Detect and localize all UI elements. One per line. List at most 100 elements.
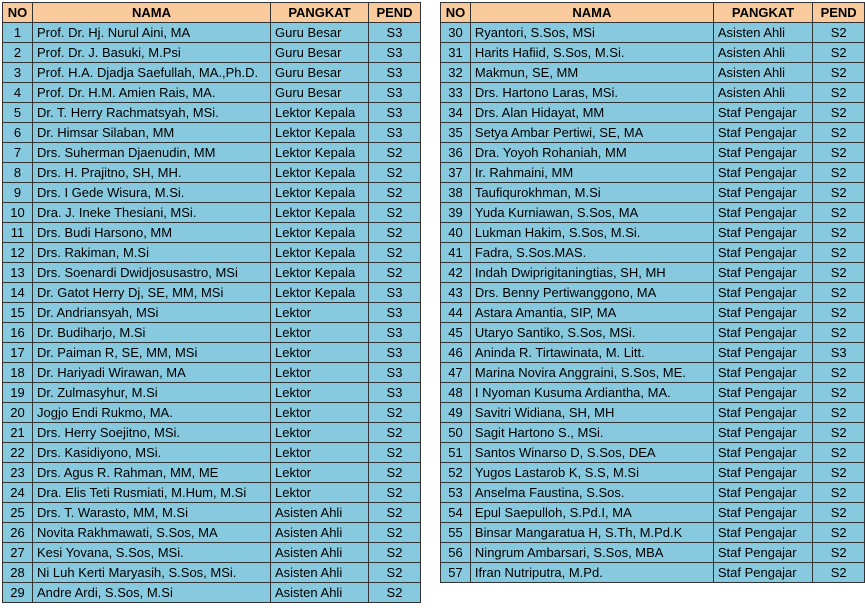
cell-pangkat: Staf Pengajar — [712, 102, 814, 123]
cell-pangkat: Staf Pengajar — [712, 462, 814, 483]
cell-pangkat: Staf Pengajar — [712, 322, 814, 343]
cell-pend: S2 — [812, 402, 865, 423]
cell-pend: S3 — [368, 82, 421, 103]
cell-no: 2 — [2, 42, 33, 63]
cell-nama: Anselma Faustina, S.Sos. — [469, 482, 714, 503]
cell-pangkat: Staf Pengajar — [712, 522, 814, 543]
cell-nama: Drs. I Gede Wisura, M.Si. — [32, 182, 271, 203]
cell-pangkat: Lektor Kepala — [270, 122, 369, 143]
cell-nama: Drs. Soenardi Dwidjosusastro, MSi — [32, 262, 271, 283]
cell-no: 54 — [440, 502, 471, 523]
cell-pangkat: Lektor — [270, 462, 369, 483]
cell-nama: Dr. Zulmasyhur, M.Si — [32, 382, 271, 403]
cell-pangkat: Guru Besar — [270, 62, 369, 83]
cell-no: 34 — [440, 102, 471, 123]
cell-pangkat: Guru Besar — [270, 22, 369, 43]
table-row: 57 Ifran Nutriputra, M.Pd. Staf Pengajar S2 — [440, 562, 865, 583]
cell-no: 46 — [440, 342, 471, 363]
cell-pangkat: Lektor — [270, 362, 369, 383]
cell-nama: Harits Hafiid, S.Sos, M.Si. — [469, 42, 714, 63]
cell-pangkat: Staf Pengajar — [712, 442, 814, 463]
table-row: 18 Dr. Hariyadi Wirawan, MA Lektor S3 — [2, 362, 421, 383]
table-row: 46 Aninda R. Tirtawinata, M. Litt. Staf Pe… — [440, 342, 865, 363]
table-row: 17 Dr. Paiman R, SE, MM, MSi Lektor S3 — [2, 342, 421, 363]
cell-pangkat: Staf Pengajar — [712, 362, 814, 383]
cell-nama: Novita Rakhmawati, S.Sos, MA — [32, 522, 271, 543]
table-row: 12 Drs. Rakiman, M.Si Lektor Kepala S2 — [2, 242, 421, 263]
table-row: 21 Drs. Herry Soejitno, MSi. Lektor S2 — [2, 422, 421, 443]
cell-no: 37 — [440, 162, 471, 183]
table-row: 24 Dra. Elis Teti Rusmiati, M.Hum, M.Si Le… — [2, 482, 421, 503]
table-row: 36 Dra. Yoyoh Rohaniah, MM Staf Pengajar S2 — [440, 142, 865, 163]
cell-pangkat: Lektor — [270, 422, 369, 443]
cell-nama: I Nyoman Kusuma Ardiantha, MA. — [469, 382, 714, 403]
cell-no: 53 — [440, 482, 471, 503]
cell-no: 10 — [2, 202, 33, 223]
cell-pangkat: Lektor Kepala — [270, 282, 369, 303]
table-row: 30 Ryantori, S.Sos, MSi Asisten Ahli S2 — [440, 22, 865, 43]
cell-pangkat: Staf Pengajar — [712, 202, 814, 223]
table-row: 22 Drs. Kasidiyono, MSi. Lektor S2 — [2, 442, 421, 463]
cell-no: 29 — [2, 582, 33, 603]
header-no: NO — [440, 2, 471, 23]
cell-pend: S2 — [812, 502, 865, 523]
cell-no: 32 — [440, 62, 471, 83]
cell-nama: Dr. Andriansyah, MSi — [32, 302, 271, 323]
cell-no: 50 — [440, 422, 471, 443]
cell-nama: Setya Ambar Pertiwi, SE, MA — [469, 122, 714, 143]
cell-pangkat: Staf Pengajar — [712, 262, 814, 283]
cell-pangkat: Lektor — [270, 342, 369, 363]
cell-pend: S3 — [368, 22, 421, 43]
cell-nama: Makmun, SE, MM — [469, 62, 714, 83]
cell-pangkat: Staf Pengajar — [712, 162, 814, 183]
cell-pangkat: Staf Pengajar — [712, 302, 814, 323]
cell-pend: S2 — [368, 202, 421, 223]
table-row: 19 Dr. Zulmasyhur, M.Si Lektor S3 — [2, 382, 421, 403]
table-row: 1 Prof. Dr. Hj. Nurul Aini, MA Guru Besar S… — [2, 22, 421, 43]
header-nama: NAMA — [469, 2, 714, 23]
cell-nama: Lukman Hakim, S.Sos, M.Si. — [469, 222, 714, 243]
cell-nama: Drs. Budi Harsono, MM — [32, 222, 271, 243]
cell-pend: S3 — [368, 362, 421, 383]
cell-no: 57 — [440, 562, 471, 583]
cell-no: 30 — [440, 22, 471, 43]
cell-no: 38 — [440, 182, 471, 203]
cell-no: 26 — [2, 522, 33, 543]
cell-pangkat: Staf Pengajar — [712, 222, 814, 243]
cell-nama: Drs. Benny Pertiwanggono, MA — [469, 282, 714, 303]
table-row: 9 Drs. I Gede Wisura, M.Si. Lektor Kepala S… — [2, 182, 421, 203]
cell-pend: S2 — [368, 222, 421, 243]
cell-nama: Taufiqurokhman, M.Si — [469, 182, 714, 203]
cell-pend: S3 — [368, 302, 421, 323]
cell-pangkat: Guru Besar — [270, 82, 369, 103]
cell-pangkat: Lektor Kepala — [270, 142, 369, 163]
cell-no: 4 — [2, 82, 33, 103]
cell-nama: Ningrum Ambarsari, S.Sos, MBA — [469, 542, 714, 563]
cell-nama: Astara Amantia, SIP, MA — [469, 302, 714, 323]
table-row: 42 Indah Dwiprigitaningtias, SH, MH Staf P… — [440, 262, 865, 283]
table-row: 4 Prof. Dr. H.M. Amien Rais, MA. Guru Besa… — [2, 82, 421, 103]
cell-nama: Andre Ardi, S.Sos, M.Si — [32, 582, 271, 603]
cell-pend: S2 — [368, 462, 421, 483]
table-row: 6 Dr. Himsar Silaban, MM Lektor Kepala S3 — [2, 122, 421, 143]
cell-pend: S2 — [368, 242, 421, 263]
cell-pangkat: Lektor Kepala — [270, 102, 369, 123]
cell-no: 21 — [2, 422, 33, 443]
header-pend: PEND — [812, 2, 865, 23]
cell-pend: S3 — [812, 342, 865, 363]
cell-pend: S2 — [812, 382, 865, 403]
cell-no: 42 — [440, 262, 471, 283]
table-row: 41 Fadra, S.Sos.MAS. Staf Pengajar S2 — [440, 242, 865, 263]
cell-pend: S2 — [368, 182, 421, 203]
cell-pangkat: Asisten Ahli — [270, 582, 369, 603]
cell-nama: Dra. Yoyoh Rohaniah, MM — [469, 142, 714, 163]
cell-pend: S2 — [812, 522, 865, 543]
cell-no: 15 — [2, 302, 33, 323]
cell-nama: Indah Dwiprigitaningtias, SH, MH — [469, 262, 714, 283]
table-row: 13 Drs. Soenardi Dwidjosusastro, MSi Lekto… — [2, 262, 421, 283]
cell-pangkat: Lektor — [270, 302, 369, 323]
table-row: 7 Drs. Suherman Djaenudin, MM Lektor Kepal… — [2, 142, 421, 163]
cell-pangkat: Staf Pengajar — [712, 402, 814, 423]
table-row: 10 Dra. J. Ineke Thesiani, MSi. Lektor Kep… — [2, 202, 421, 223]
table-row: 15 Dr. Andriansyah, MSi Lektor S3 — [2, 302, 421, 323]
